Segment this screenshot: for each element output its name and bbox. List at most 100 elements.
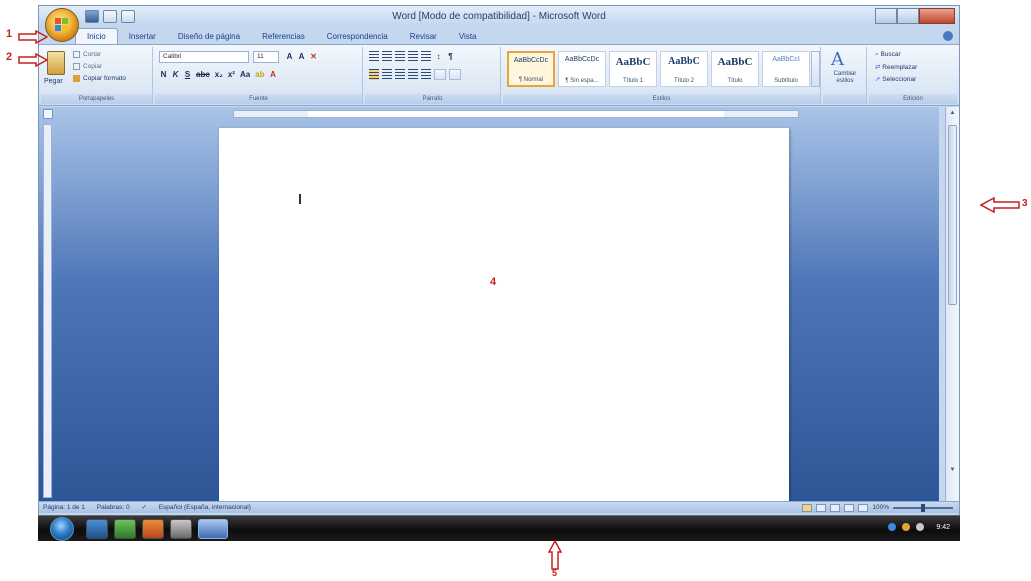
callout-number-1: 1	[6, 28, 13, 40]
language-indicator[interactable]: Español (España, internacional)	[159, 504, 251, 511]
strikethrough-icon[interactable]: abc	[195, 69, 211, 80]
subscript-icon[interactable]: x₂	[214, 69, 224, 80]
font-size-field[interactable]: 11	[253, 51, 279, 63]
page-count[interactable]: Página: 1 de 1	[43, 504, 85, 511]
justify-icon[interactable]	[408, 69, 418, 80]
full-screen-view-button[interactable]	[816, 504, 827, 512]
select-label: Seleccionar	[882, 76, 917, 83]
help-icon[interactable]	[943, 31, 953, 41]
minimize-button[interactable]	[875, 8, 897, 24]
grow-font-icon[interactable]: A	[285, 51, 294, 62]
decrease-indent-icon[interactable]	[408, 51, 418, 62]
tab-revisar[interactable]: Revisar	[399, 29, 448, 44]
style-sample: AaBbC	[717, 56, 753, 68]
paste-icon[interactable]	[47, 51, 65, 75]
style-heading-1[interactable]: AaBbC Título 1	[609, 51, 657, 87]
style-sample: AaBbCcDc	[513, 57, 549, 64]
maximize-button[interactable]	[897, 8, 919, 24]
ribbon-tabs: Inicio Insertar Diseño de página Referen…	[75, 28, 487, 44]
select-button[interactable]: ➚ Seleccionar	[875, 75, 916, 83]
shading-icon[interactable]	[434, 69, 446, 80]
volume-icon[interactable]	[916, 523, 925, 531]
network-icon[interactable]	[888, 523, 897, 531]
paste-button-label[interactable]: Pegar	[44, 78, 63, 85]
draft-view-button[interactable]	[858, 504, 869, 512]
increase-indent-icon[interactable]	[421, 51, 431, 62]
tab-vista[interactable]: Vista	[448, 29, 488, 44]
zoom-level[interactable]: 100%	[872, 502, 889, 514]
change-styles-group: A Cambiar estilos	[823, 47, 867, 104]
format-painter-button[interactable]: Copiar formato	[73, 75, 126, 82]
clock[interactable]: 9:42	[936, 524, 950, 531]
paragraph-group: ↕ ¶ Párrafo	[365, 47, 501, 104]
web-layout-view-button[interactable]	[830, 504, 841, 512]
copy-button[interactable]: Copiar	[73, 63, 102, 70]
vertical-ruler[interactable]	[43, 124, 52, 498]
text-cursor	[299, 194, 301, 204]
explorer-icon[interactable]	[86, 519, 108, 539]
scroll-down-icon[interactable]: ▼	[949, 467, 956, 474]
change-styles-icon[interactable]: A	[831, 51, 853, 69]
align-left-icon[interactable]	[369, 69, 379, 80]
office-button[interactable]	[45, 8, 79, 42]
tab-correspondencia[interactable]: Correspondencia	[316, 29, 399, 44]
app-icon[interactable]	[170, 519, 192, 539]
multilevel-list-icon[interactable]	[395, 51, 405, 62]
spellcheck-icon[interactable]: ✓	[141, 504, 146, 511]
scrollbar-thumb[interactable]	[948, 125, 957, 305]
clear-format-icon[interactable]: ✕	[309, 51, 318, 62]
tab-inicio[interactable]: Inicio	[75, 28, 118, 44]
taskbar: 9:42	[38, 515, 960, 541]
print-layout-view-button[interactable]	[802, 504, 813, 512]
superscript-icon[interactable]: x²	[227, 69, 236, 80]
line-spacing-icon[interactable]	[421, 69, 431, 80]
word-taskbar-icon[interactable]	[198, 519, 228, 539]
zoom-slider-knob[interactable]	[921, 504, 925, 512]
style-no-spacing[interactable]: AaBbCcDc ¶ Sin espa...	[558, 51, 606, 87]
styles-gallery-scroll[interactable]	[811, 51, 820, 87]
change-styles-group-label	[823, 94, 866, 104]
highlight-icon[interactable]: ab	[254, 69, 265, 80]
numbering-icon[interactable]	[382, 51, 392, 62]
format-painter-label: Copiar formato	[83, 75, 126, 83]
close-button[interactable]	[919, 8, 955, 24]
change-styles-label[interactable]: Cambiar estilos	[825, 71, 865, 85]
pilcrow-icon[interactable]: ¶	[446, 51, 455, 62]
style-title[interactable]: AaBbC Título	[711, 51, 759, 87]
horizontal-ruler[interactable]	[53, 109, 939, 119]
notification-icon[interactable]	[902, 523, 911, 531]
start-button[interactable]	[50, 517, 74, 541]
italic-icon[interactable]: K	[171, 69, 180, 80]
replace-button[interactable]: ⇄ Reemplazar	[875, 63, 917, 71]
callout-arrow-2	[18, 53, 48, 67]
change-case-icon[interactable]: Aa	[239, 69, 251, 80]
cut-button[interactable]: Cortar	[73, 51, 101, 58]
find-button[interactable]: ⌕ Buscar	[875, 51, 901, 59]
scroll-up-icon[interactable]: ▲	[949, 110, 956, 117]
tab-referencias[interactable]: Referencias	[251, 29, 316, 44]
font-color-icon[interactable]: A	[269, 69, 278, 80]
bullets-icon[interactable]	[369, 51, 379, 62]
vertical-scrollbar[interactable]: ▲ ▼	[945, 107, 959, 501]
align-right-icon[interactable]	[395, 69, 405, 80]
tab-selector[interactable]	[43, 109, 53, 119]
style-heading-2[interactable]: AaBbC Título 2	[660, 51, 708, 87]
outline-view-button[interactable]	[844, 504, 855, 512]
tab-diseno-pagina[interactable]: Diseño de página	[167, 29, 251, 44]
underline-icon[interactable]: S	[183, 69, 192, 80]
excel-icon[interactable]	[114, 519, 136, 539]
style-subtitle[interactable]: AaBbCcI Subtítulo	[762, 51, 810, 87]
zoom-slider[interactable]	[893, 504, 953, 512]
media-icon[interactable]	[142, 519, 164, 539]
word-count[interactable]: Palabras: 0	[97, 504, 130, 511]
sort-icon[interactable]: ↕	[434, 51, 443, 62]
document-page[interactable]	[219, 128, 789, 506]
font-name-field[interactable]: Calibri	[159, 51, 249, 63]
shrink-font-icon[interactable]: A	[297, 51, 306, 62]
bold-icon[interactable]: N	[159, 69, 168, 80]
status-bar: Página: 1 de 1 Palabras: 0 ✓ Español (Es…	[39, 501, 959, 513]
align-center-icon[interactable]	[382, 69, 392, 80]
tab-insertar[interactable]: Insertar	[118, 29, 167, 44]
style-normal[interactable]: AaBbCcDc ¶ Normal	[507, 51, 555, 87]
borders-icon[interactable]	[449, 69, 461, 80]
